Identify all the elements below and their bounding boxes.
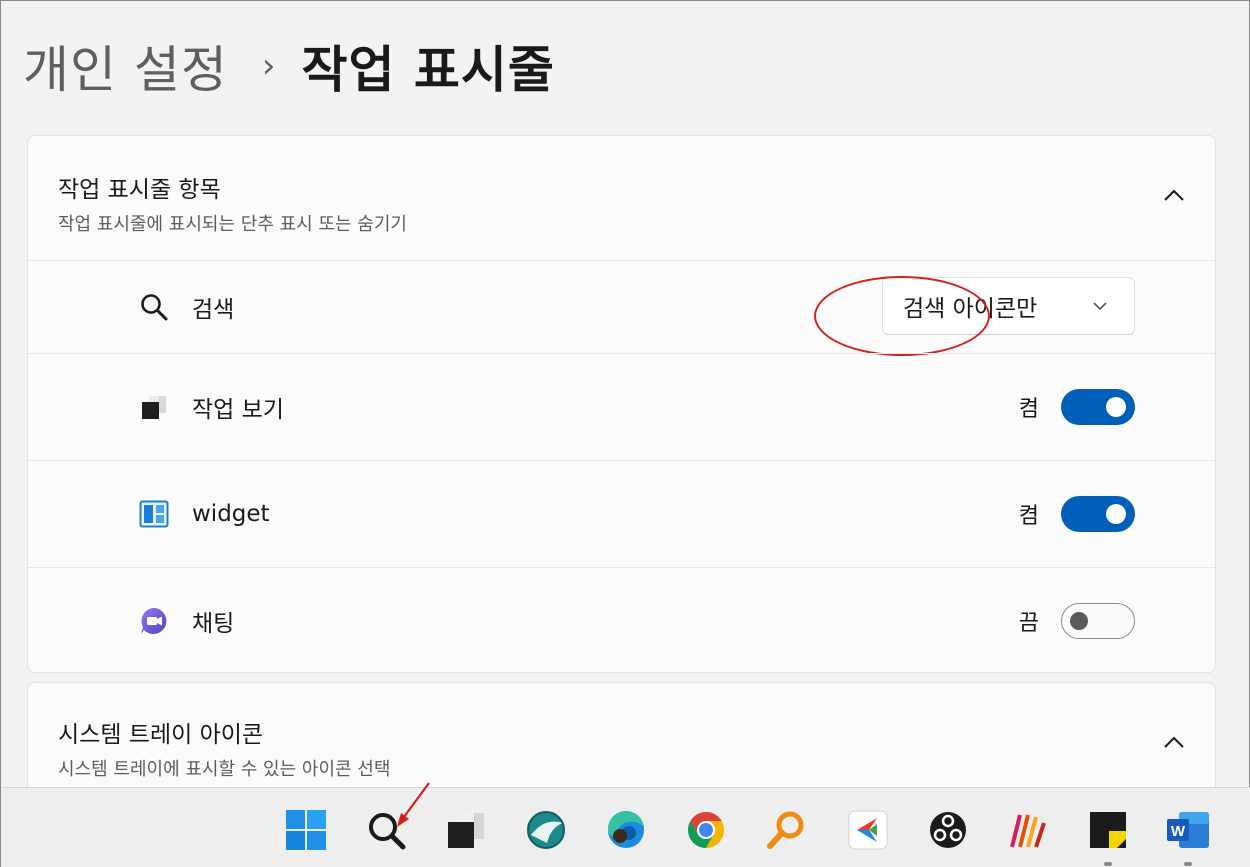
chat-icon [138, 605, 170, 637]
row-label: widget [192, 501, 270, 527]
system-tray-card: 시스템 트레이 아이콘 시스템 트레이에 표시할 수 있는 아이콘 선택 [27, 682, 1216, 802]
widgets-toggle[interactable] [1061, 496, 1135, 532]
svg-text:W: W [1171, 823, 1186, 840]
system-tray-header[interactable]: 시스템 트레이 아이콘 시스템 트레이에 표시할 수 있는 아이콘 선택 [28, 683, 1215, 801]
row-chat: 채팅 끔 [28, 567, 1215, 672]
edge-icon[interactable] [602, 806, 650, 854]
task-view-toggle[interactable] [1061, 389, 1135, 425]
word-icon[interactable]: W [1164, 806, 1212, 866]
search-icon [138, 291, 170, 323]
breadcrumb-parent[interactable]: 개인 설정 [23, 30, 228, 102]
chrome-icon[interactable] [682, 806, 730, 854]
section-title: 시스템 트레이 아이콘 [58, 722, 264, 748]
obs-icon[interactable] [924, 806, 972, 854]
row-label: 작업 보기 [192, 397, 284, 423]
app-icon[interactable] [844, 806, 892, 854]
breadcrumb-separator: › [261, 46, 276, 86]
chevron-up-icon[interactable] [1163, 735, 1185, 749]
running-indicator [1184, 862, 1192, 866]
annotation-arrow [397, 782, 430, 827]
chat-toggle[interactable] [1061, 603, 1135, 639]
toggle-state-text: 켬 [1018, 397, 1039, 422]
running-indicator [1104, 862, 1112, 866]
taskbar-items-card: 작업 표시줄 항목 작업 표시줄에 표시되는 단추 표시 또는 숨기기 검색 검… [27, 135, 1216, 673]
breadcrumb: 개인 설정 › 작업 표시줄 [23, 31, 555, 101]
row-label: 채팅 [192, 611, 235, 637]
taskbar-items-header[interactable]: 작업 표시줄 항목 작업 표시줄에 표시되는 단추 표시 또는 숨기기 [28, 136, 1215, 260]
row-label: 검색 [192, 297, 235, 323]
chevron-down-icon [1093, 302, 1107, 311]
windows-start-icon[interactable] [282, 806, 330, 854]
toggle-state-text: 켬 [1018, 504, 1039, 529]
widgets-icon [138, 498, 170, 530]
search-mode-dropdown[interactable]: 검색 아이콘만 [814, 276, 1135, 356]
app-icon[interactable] [1004, 806, 1052, 854]
task-view-icon[interactable] [442, 806, 490, 854]
row-search: 검색 검색 아이콘만 [28, 260, 1215, 356]
toggle-state-text: 끔 [1018, 611, 1039, 636]
section-title: 작업 표시줄 항목 [58, 177, 221, 203]
sticky-notes-icon[interactable] [1084, 806, 1132, 866]
taskbar: W [1, 787, 1250, 867]
row-widgets: widget 켬 [28, 460, 1215, 567]
row-task-view: 작업 보기 켬 [28, 353, 1215, 460]
dropdown-selected-value: 검색 아이콘만 [903, 296, 1038, 322]
magnifier-app-icon[interactable] [762, 806, 810, 854]
task-view-icon [138, 391, 170, 423]
section-subtitle: 작업 표시줄에 표시되는 단추 표시 또는 숨기기 [58, 214, 407, 235]
chevron-up-icon[interactable] [1163, 188, 1185, 202]
app-icon[interactable] [522, 806, 570, 854]
section-subtitle: 시스템 트레이에 표시할 수 있는 아이콘 선택 [58, 759, 391, 780]
page-title: 작업 표시줄 [301, 41, 555, 99]
